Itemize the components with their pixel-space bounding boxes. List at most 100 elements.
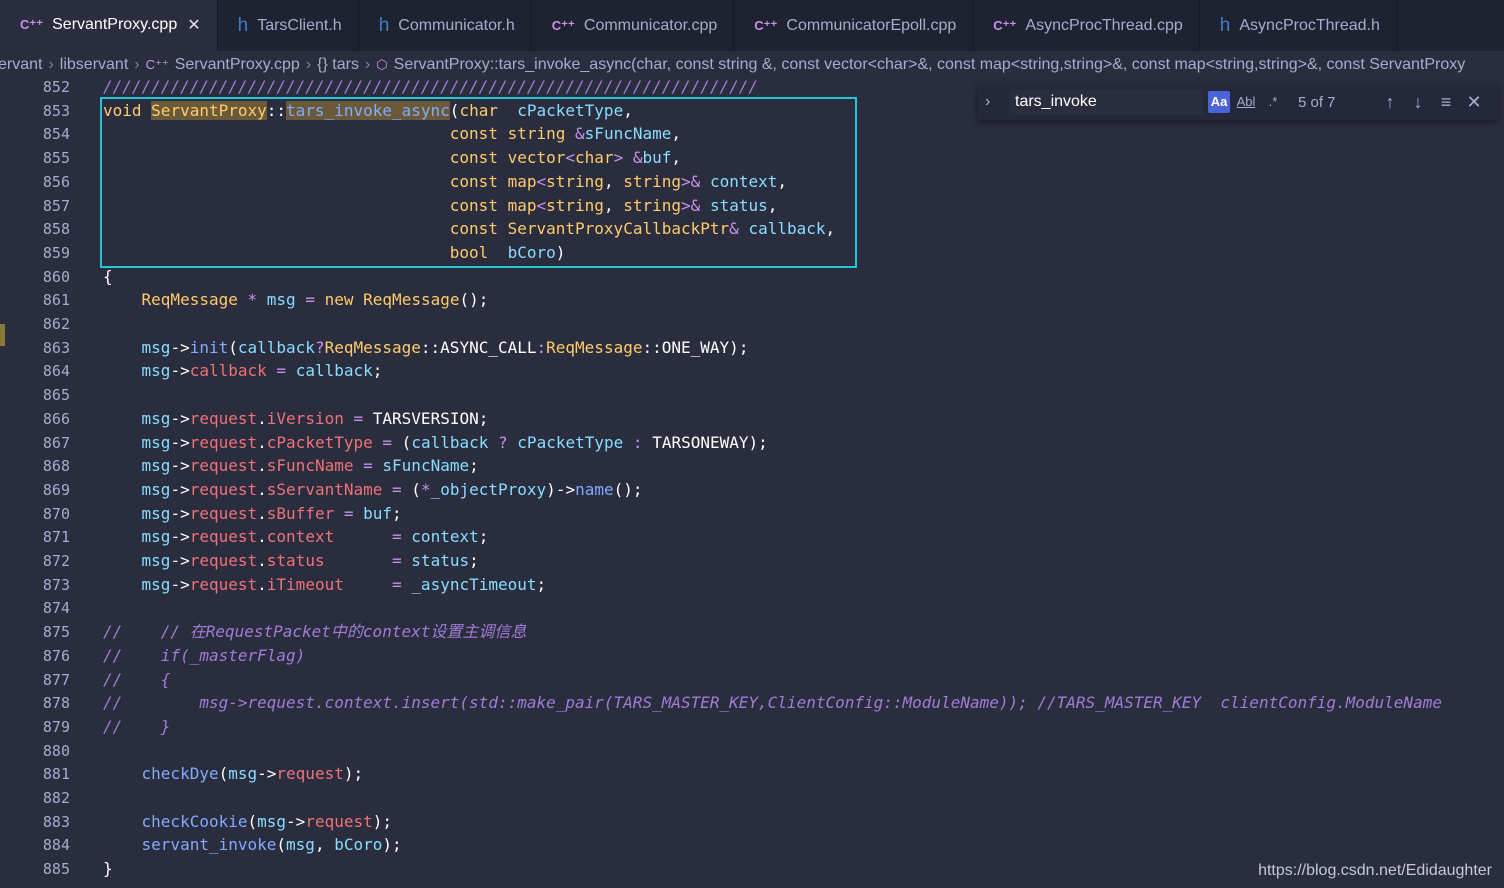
breadcrumb-item-symbol[interactable]: ServantProxy::tars_invoke_async(char, co… (394, 51, 1466, 79)
code-line[interactable]: 881 checkDye(msg->request); (0, 762, 1504, 786)
line-number: 877 (42, 670, 70, 689)
code-text: checkCookie(msg->request); (141, 811, 393, 831)
line-number: 865 (42, 386, 70, 405)
tab-communicator-h[interactable]: h Communicator.h (359, 0, 532, 51)
line-number: 879 (42, 717, 70, 736)
tab-label: ServantProxy.cpp (52, 15, 178, 33)
line-number: 873 (42, 575, 70, 594)
watermark: https://blog.csdn.net/Edidaughter (1258, 862, 1492, 879)
line-number: 881 (42, 765, 70, 784)
line-number: 860 (42, 267, 70, 286)
tab-label: CommunicatorEpoll.cpp (786, 16, 957, 34)
code-line[interactable]: 864 msg->callback = callback; (0, 359, 1504, 383)
breadcrumb-item-libservant[interactable]: libservant (60, 51, 128, 79)
code-line[interactable]: 869 msg->request.sServantName = (*_objec… (0, 478, 1504, 502)
line-number: 882 (42, 789, 70, 807)
chevron-right-icon[interactable]: › (985, 93, 1001, 111)
code-line[interactable]: 871 msg->request.context = context; (0, 525, 1504, 549)
chevron-right-icon: › (364, 56, 371, 73)
tab-label: TarsClient.h (257, 16, 342, 34)
tab-communicator-cpp[interactable]: C⁺⁺ Communicator.cpp (532, 0, 735, 51)
arrow-up-icon[interactable]: ↑ (1376, 92, 1404, 113)
code-line[interactable]: 878 // msg->request.context.insert(std::m… (0, 691, 1504, 715)
code-text: msg->callback = callback; (141, 361, 383, 381)
code-line[interactable]: 877 // { (0, 668, 1504, 692)
cpp-file-icon: C⁺⁺ (993, 17, 1017, 33)
line-number: 870 (42, 504, 70, 523)
code-line[interactable]: 884 servant_invoke(msg, bCoro); (0, 833, 1504, 857)
breadcrumb-item-namespace[interactable]: {} tars (317, 51, 359, 79)
tab-servantproxy-cpp[interactable]: C⁺⁺ ServantProxy.cpp ✕ (0, 0, 218, 51)
code-text: msg->request.sServantName = (*_objectPro… (141, 479, 643, 499)
code-line[interactable]: 873 msg->request.iTimeout = _asyncTimeou… (0, 573, 1504, 597)
code-line[interactable]: 866 msg->request.iVersion = TARSVERSION; (0, 407, 1504, 431)
code-line[interactable]: 860 { (0, 265, 1504, 289)
breadcrumb: ervant › libservant › C⁺⁺ ServantProxy.cpp › {}… (0, 51, 1504, 79)
tab-label: AsyncProcThread.cpp (1025, 16, 1183, 34)
line-number: 878 (42, 694, 70, 713)
tab-tarsclient-h[interactable]: h TarsClient.h (218, 0, 359, 51)
code-line[interactable]: 879 // } (0, 715, 1504, 739)
code-line[interactable]: 872 msg->request.status = status; (0, 549, 1504, 573)
line-number: 859 (42, 243, 70, 262)
code-line[interactable]: 876 // if(_masterFlag) (0, 644, 1504, 668)
code-line[interactable]: 865 (0, 383, 1504, 407)
code-line[interactable]: 868 msg->request.sFuncName = sFuncName; (0, 454, 1504, 478)
line-number: 852 (42, 79, 70, 96)
line-number: 862 (42, 315, 70, 333)
line-number: 883 (42, 812, 70, 831)
chevron-right-icon: › (305, 56, 312, 73)
find-input[interactable]: tars_invoke (1009, 89, 1203, 115)
code-text: } (103, 859, 113, 879)
code-line[interactable]: 883 checkCookie(msg->request); (0, 810, 1504, 834)
code-text: msg->request.iTimeout = _asyncTimeout; (141, 574, 547, 594)
match-case-toggle[interactable]: Aa (1208, 91, 1230, 113)
code-line[interactable]: 882 (0, 786, 1504, 810)
tab-asyncprocthread-cpp[interactable]: C⁺⁺ AsyncProcThread.cpp (973, 0, 1200, 51)
breadcrumb-item-file[interactable]: ServantProxy.cpp (175, 51, 300, 79)
code-line[interactable]: 874 (0, 596, 1504, 620)
line-number: 861 (42, 291, 70, 310)
line-number: 869 (42, 480, 70, 499)
code-text: // if(_masterFlag) (103, 645, 306, 665)
code-line[interactable]: 870 msg->request.sBuffer = buf; (0, 502, 1504, 526)
arrow-down-icon[interactable]: ↓ (1404, 92, 1432, 113)
find-in-selection-icon[interactable]: ≡ (1432, 92, 1460, 113)
signature-highlight-box (100, 97, 857, 268)
code-text: // // 在RequestPacket中的context设置主调信息 (103, 622, 527, 642)
line-number: 856 (42, 172, 70, 191)
line-number: 867 (42, 433, 70, 452)
code-line[interactable]: 861 ReqMessage * msg = new ReqMessage(); (0, 288, 1504, 312)
tab-bar: C⁺⁺ ServantProxy.cpp ✕ h TarsClient.h h Commun… (0, 0, 1504, 51)
regex-toggle[interactable]: .* (1262, 91, 1284, 113)
code-text: ////////////////////////////////////////… (103, 79, 759, 96)
line-number: 854 (42, 125, 70, 144)
method-icon: ⬡ (376, 57, 388, 72)
tab-label: Communicator.cpp (583, 16, 718, 34)
line-number: 855 (42, 149, 70, 168)
code-line[interactable]: 867 msg->request.cPacketType = (callback… (0, 431, 1504, 455)
tab-asyncprocthread-h[interactable]: h AsyncProcThread.h (1200, 0, 1397, 51)
line-number: 863 (42, 338, 70, 357)
code-line[interactable]: 880 (0, 739, 1504, 763)
code-text: servant_invoke(msg, bCoro); (141, 835, 402, 855)
code-line[interactable]: 875 // // 在RequestPacket中的context设置主调信息 (0, 620, 1504, 644)
close-icon[interactable]: ✕ (187, 15, 200, 35)
code-text: msg->request.status = status; (141, 551, 479, 570)
code-line[interactable]: 862 (0, 312, 1504, 336)
line-number: 875 (42, 623, 70, 642)
h-file-icon: h (1219, 14, 1231, 36)
cpp-file-icon: C⁺⁺ (145, 57, 169, 72)
breadcrumb-item-ervant[interactable]: ervant (0, 51, 42, 79)
line-number: 871 (42, 528, 70, 547)
close-icon[interactable]: ✕ (1460, 92, 1488, 113)
tab-communicatorepoll-cpp[interactable]: C⁺⁺ CommunicatorEpoll.cpp (734, 0, 974, 51)
code-text: // } (103, 716, 171, 736)
chevron-right-icon: › (48, 56, 54, 73)
code-text: // { (103, 669, 171, 689)
code-line[interactable]: 863 msg->init(callback?ReqMessage::ASYNC… (0, 336, 1504, 360)
line-number: 872 (42, 552, 70, 570)
line-number: 853 (42, 101, 70, 120)
line-number: 864 (42, 362, 70, 381)
whole-word-toggle[interactable]: Abl (1235, 91, 1257, 113)
